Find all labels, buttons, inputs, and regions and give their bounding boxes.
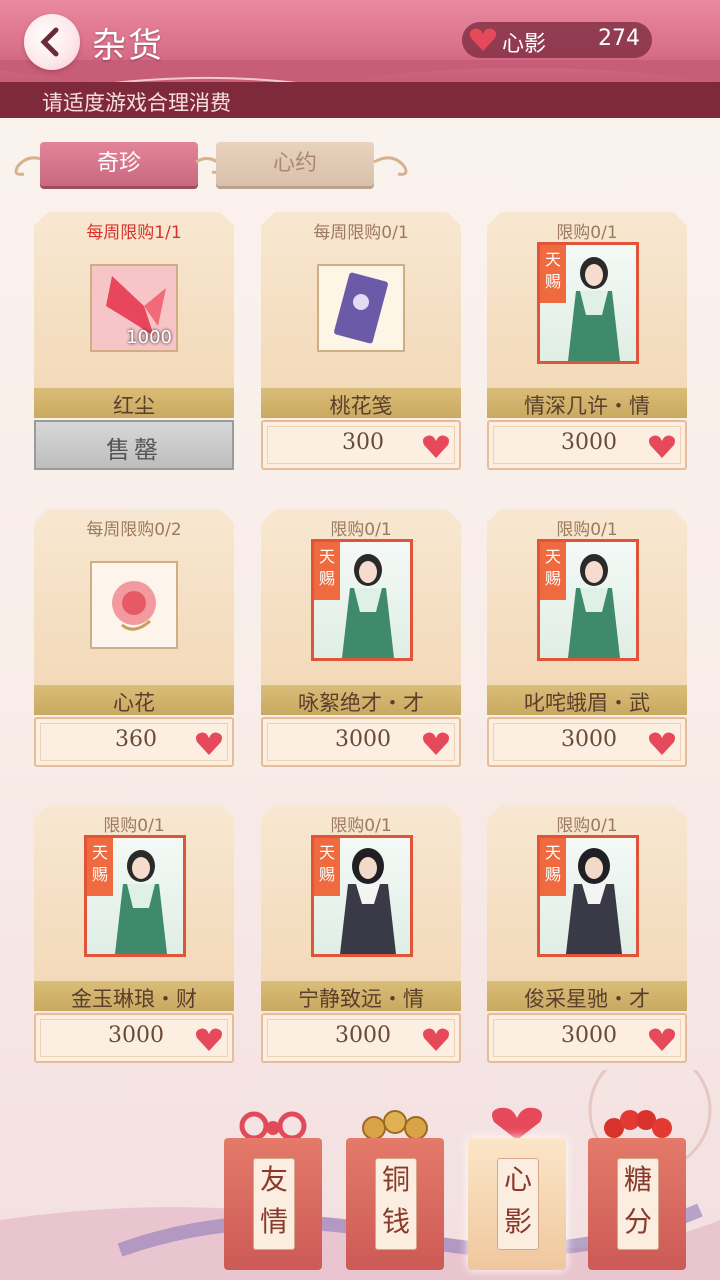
shop-bag-coins[interactable]: 铜钱 <box>346 1110 444 1270</box>
shop-item-card[interactable]: 限购0/1 天赐 金玉琳琅・财 3000 <box>34 805 234 1063</box>
item-name: 金玉琳琅・财 <box>71 987 197 1011</box>
item-name: 俊采星驰・才 <box>524 987 650 1011</box>
purchase-limit: 限购0/1 <box>556 223 618 243</box>
soldout-label: 售罄 <box>106 436 162 464</box>
heart-currency-icon <box>423 732 449 755</box>
item-name-bar: 红尘 <box>34 388 234 418</box>
heart-currency-icon <box>649 732 675 755</box>
currency-name: 心影 <box>502 32 547 57</box>
character-portrait: 天赐 <box>537 835 639 957</box>
item-name: 情深几许・情 <box>524 394 650 418</box>
item-name-bar: 心花 <box>34 685 234 715</box>
chevron-left-icon <box>40 27 59 57</box>
shop-bag-friendship[interactable]: 友情 <box>224 1111 322 1270</box>
heart-currency-icon <box>649 1028 675 1051</box>
item-name: 叱咤蛾眉・武 <box>524 691 650 715</box>
peach-blossom-letter-icon <box>319 266 403 350</box>
tab-qizhen[interactable]: 奇珍 <box>40 142 198 186</box>
heart-currency-icon <box>649 435 675 458</box>
shop-item-card[interactable]: 限购0/1 天赐 情深几许・情 3000 <box>487 212 687 470</box>
shop-item-card[interactable]: 限购0/1 天赐 叱咤蛾眉・武 3000 <box>487 509 687 767</box>
shop-item-card[interactable]: 限购0/1 天赐 俊采星驰・才 3000 <box>487 805 687 1063</box>
buy-button[interactable]: 3000 <box>261 717 461 767</box>
tianci-badge: 天赐 <box>540 838 566 896</box>
character-portrait: 天赐 <box>311 835 413 957</box>
shop-bag-heart-shadow[interactable]: 心影 <box>468 1107 566 1270</box>
tianci-badge: 天赐 <box>314 542 340 600</box>
bag-label: 友情 <box>253 1158 295 1250</box>
item-name: 宁静致远・情 <box>298 987 424 1011</box>
purchase-limit: 每周限购0/1 <box>313 223 409 243</box>
shop-item-card[interactable]: 每周限购0/2 心花 360 <box>34 509 234 767</box>
item-name-bar: 桃花笺 <box>261 388 461 418</box>
heart-currency-icon <box>196 1028 222 1051</box>
back-button[interactable] <box>24 14 80 70</box>
character-portrait: 天赐 <box>537 242 639 364</box>
item-name-bar: 情深几许・情 <box>487 388 687 418</box>
purchase-limit: 每周限购0/2 <box>86 520 182 540</box>
page-title: 杂货 <box>92 26 164 66</box>
notice-text: 请适度游戏合理消费 <box>42 91 231 115</box>
shop-item-card[interactable]: 每周限购1/1 1000 红尘 售罄 <box>34 212 234 470</box>
buy-button[interactable]: 3000 <box>34 1013 234 1063</box>
buy-button[interactable]: 3000 <box>487 420 687 470</box>
heart-flower-item-icon <box>92 563 176 647</box>
currency-display: 心影 274 <box>462 22 652 58</box>
buy-button[interactable]: 360 <box>34 717 234 767</box>
shop-bag-candy[interactable]: 糖分 <box>588 1110 686 1270</box>
heart-currency-icon <box>470 28 496 51</box>
tianci-badge: 天赐 <box>540 542 566 600</box>
heart-currency-icon <box>423 435 449 458</box>
purchase-limit: 每周限购1/1 <box>86 223 182 243</box>
notice-bar: 请适度游戏合理消费 <box>0 82 720 118</box>
bag-label: 糖分 <box>617 1158 659 1250</box>
purchase-limit: 限购0/1 <box>103 816 165 836</box>
item-name-bar: 金玉琳琅・财 <box>34 981 234 1011</box>
item-quantity: 1000 <box>126 327 172 348</box>
character-portrait: 天赐 <box>84 835 186 957</box>
shop-item-card[interactable]: 限购0/1 天赐 宁静致远・情 3000 <box>261 805 461 1063</box>
item-image-frame <box>90 561 178 649</box>
bag-label: 铜钱 <box>375 1158 417 1250</box>
heart-currency-icon <box>196 732 222 755</box>
buy-button[interactable]: 300 <box>261 420 461 470</box>
purchase-limit: 限购0/1 <box>330 816 392 836</box>
tianci-badge: 天赐 <box>314 838 340 896</box>
item-image-frame: 1000 <box>90 264 178 352</box>
item-image-frame <box>317 264 405 352</box>
character-portrait: 天赐 <box>537 539 639 661</box>
purchase-limit: 限购0/1 <box>330 520 392 540</box>
item-name: 桃花笺 <box>329 394 393 418</box>
tab-xinyue[interactable]: 心约 <box>216 142 374 186</box>
shop-item-card[interactable]: 限购0/1 天赐 咏絮绝才・才 3000 <box>261 509 461 767</box>
item-name-bar: 宁静致远・情 <box>261 981 461 1011</box>
purchase-limit: 限购0/1 <box>556 520 618 540</box>
tianci-badge: 天赐 <box>540 245 566 303</box>
character-portrait: 天赐 <box>311 539 413 661</box>
heart-currency-icon <box>423 1028 449 1051</box>
purchase-limit: 限购0/1 <box>556 816 618 836</box>
buy-button[interactable]: 3000 <box>487 1013 687 1063</box>
item-name: 咏絮绝才・才 <box>298 691 424 715</box>
item-name: 心花 <box>113 691 155 715</box>
tianci-badge: 天赐 <box>87 838 113 896</box>
item-name-bar: 咏絮绝才・才 <box>261 685 461 715</box>
buy-button[interactable]: 3000 <box>487 717 687 767</box>
item-name-bar: 叱咤蛾眉・武 <box>487 685 687 715</box>
buy-button[interactable]: 3000 <box>261 1013 461 1063</box>
item-name: 红尘 <box>113 394 155 418</box>
currency-value: 274 <box>598 26 640 51</box>
bag-label: 心影 <box>497 1158 539 1250</box>
item-name-bar: 俊采星驰・才 <box>487 981 687 1011</box>
soldout-button: 售罄 <box>34 420 234 470</box>
shop-item-card[interactable]: 每周限购0/1 桃花笺 300 <box>261 212 461 470</box>
tab-right-curl-decoration <box>373 156 408 176</box>
